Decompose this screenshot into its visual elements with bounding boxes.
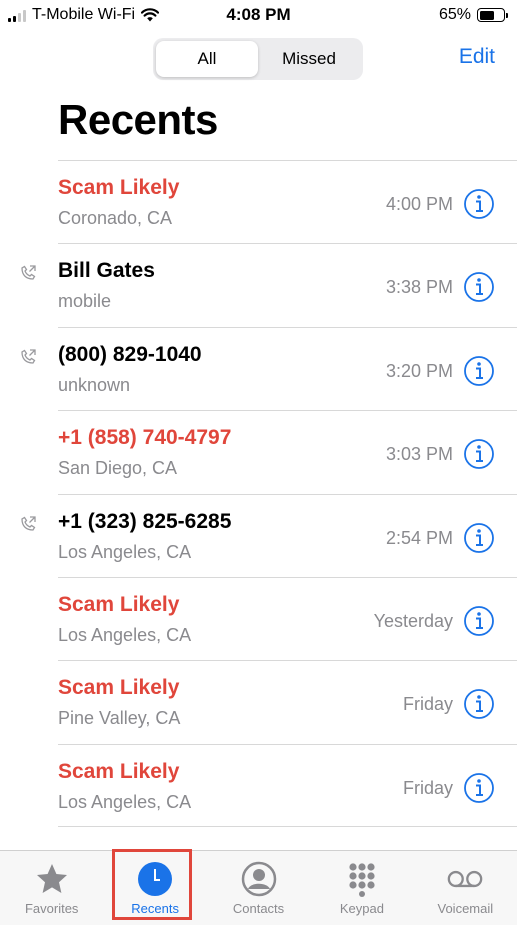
caller-detail: Los Angeles, CA	[58, 624, 192, 645]
info-icon[interactable]	[463, 438, 495, 470]
caller-name: Bill Gates	[58, 259, 155, 283]
caller-detail: mobile	[58, 291, 112, 312]
call-time: 2:54 PM	[385, 527, 453, 548]
call-time: Friday	[402, 694, 453, 715]
caller-detail: Los Angeles, CA	[58, 541, 192, 562]
call-row[interactable]: Scam Likely Los Angeles, CA Yesterday	[0, 576, 517, 660]
battery-icon	[477, 8, 508, 22]
tab-label: Contacts	[232, 901, 285, 916]
caller-name: Scam Likely	[58, 592, 180, 616]
info-icon[interactable]	[463, 355, 495, 387]
info-icon[interactable]	[463, 188, 495, 220]
caller-detail: Los Angeles, CA	[58, 791, 192, 812]
caller-name: Scam Likely	[58, 676, 180, 700]
edit-button[interactable]: Edit	[459, 45, 495, 69]
outgoing-call-icon	[18, 514, 38, 534]
call-row[interactable]: (800) 829-1040 unknown 3:20 PM	[0, 326, 517, 410]
info-icon[interactable]	[463, 605, 495, 637]
status-bar: T-Mobile Wi-Fi 4:08 PM 65%	[0, 0, 517, 32]
page-title: Recents	[58, 96, 218, 143]
tab-bar: Favorites Recents Contacts Keypad Voicem…	[0, 850, 517, 925]
caller-detail: San Diego, CA	[58, 458, 178, 479]
status-right: 65%	[438, 6, 508, 24]
caller-name: +1 (323) 825-6285	[58, 509, 232, 533]
annotation-highlight-box	[112, 849, 192, 920]
info-icon[interactable]	[463, 522, 495, 554]
tab-label: Favorites	[24, 901, 79, 916]
call-row[interactable]: Scam Likely Pine Valley, CA Friday	[0, 660, 517, 743]
caller-name: (800) 829-1040	[58, 342, 202, 366]
tab-favorites[interactable]: Favorites	[0, 851, 103, 925]
caller-detail: Pine Valley, CA	[58, 708, 181, 729]
star-icon	[32, 859, 72, 899]
tab-contacts[interactable]: Contacts	[207, 851, 310, 925]
outgoing-call-icon	[18, 263, 38, 283]
battery-percent: 65%	[438, 6, 471, 23]
info-icon[interactable]	[463, 271, 495, 303]
info-icon[interactable]	[463, 688, 495, 720]
caller-name: Scam Likely	[58, 176, 180, 199]
contact-icon	[239, 859, 279, 899]
tab-label: Voicemail	[437, 901, 494, 916]
info-icon[interactable]	[463, 772, 495, 804]
call-time: 3:03 PM	[385, 444, 453, 465]
segment-all[interactable]: All	[156, 41, 258, 77]
caller-name: Scam Likely	[58, 759, 180, 783]
recent-calls-list: Scam Likely Coronado, CA 4:00 PM Bill Gates…	[0, 160, 517, 828]
call-row[interactable]: Bill Gates mobile 3:38 PM	[0, 243, 517, 326]
call-time: 3:38 PM	[385, 277, 453, 298]
recents-filter-segmented-control: All Missed	[153, 38, 363, 80]
tab-voicemail[interactable]: Voicemail	[414, 851, 517, 925]
caller-detail: Coronado, CA	[58, 208, 173, 228]
caller-name: +1 (858) 740-4797	[58, 426, 232, 450]
segment-missed[interactable]: Missed	[258, 41, 360, 77]
call-row[interactable]: +1 (858) 740-4797 San Diego, CA 3:03 PM	[0, 410, 517, 493]
call-row[interactable]: Scam Likely Coronado, CA 4:00 PM	[0, 160, 517, 243]
call-row[interactable]: +1 (323) 825-6285 Los Angeles, CA 2:54 PM	[0, 493, 517, 577]
keypad-icon	[342, 859, 382, 899]
call-time: Friday	[402, 777, 453, 798]
tab-label: Keypad	[339, 901, 384, 916]
call-row[interactable]: Scam Likely Los Angeles, CA Friday	[0, 743, 517, 828]
voicemail-icon	[445, 859, 485, 899]
call-time: 4:00 PM	[385, 194, 453, 214]
outgoing-call-icon	[18, 347, 38, 367]
tab-keypad[interactable]: Keypad	[310, 851, 413, 925]
caller-detail: unknown	[58, 374, 131, 395]
call-time: Yesterday	[373, 610, 453, 631]
call-time: 3:20 PM	[385, 360, 453, 381]
